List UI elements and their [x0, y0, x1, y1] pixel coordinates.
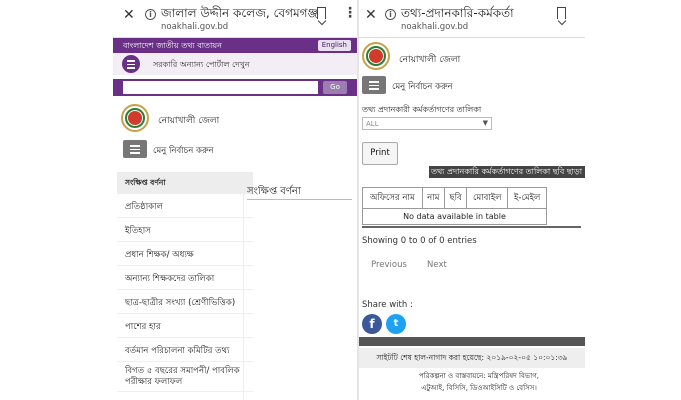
district-header: নোয়াখালী জেলা [359, 40, 585, 74]
credit-line-1: পরিকল্পনা ও বাস্তবায়নে: মন্ত্রিপরিষদ বি… [419, 372, 539, 380]
national-portal-name[interactable]: বাংলাদেশ জাতীয় তথ্য বাতায়ন [123, 40, 222, 53]
search-input[interactable] [123, 81, 318, 94]
empty-table-message: No data available in table [362, 208, 547, 225]
credit-line-2: এটুআই, বিসিসি, ডিওআইসিটি ও বেসিস। [421, 384, 537, 392]
page-url: noakhali.gov.bd [161, 22, 229, 32]
other-portals-row[interactable]: সরকারি অন্যান্য পোর্টাল দেখুন [113, 53, 357, 75]
government-seal-icon[interactable] [121, 104, 149, 132]
entries-info: Showing 0 to 0 of 0 entries [362, 236, 477, 246]
district-header: নোয়াখালী জেলা [113, 100, 357, 136]
chevron-down-icon: ▼ [482, 119, 488, 127]
sidebar-item-pass-rate[interactable]: পাশের হার [117, 314, 253, 338]
footer-credits: পরিকল্পনা ও বাস্তবায়নে: মন্ত্রিপরিষদ বি… [379, 370, 579, 394]
last-updated-text: সাইটটি শেষ হাল-নাগাদ করা হয়েছে: ২০১৯-০২… [359, 348, 585, 368]
district-name[interactable]: নোয়াখালী জেলা [158, 113, 219, 128]
bookmark-icon[interactable] [317, 7, 326, 19]
site-info-icon[interactable]: i [145, 9, 156, 20]
column-header-mobile[interactable]: মোবাইল [466, 187, 509, 209]
sidebar-item-committee[interactable]: বর্তমান পরিচালনা কমিটির তথ্য [117, 338, 253, 362]
officer-table: অফিসের নাম নাম ছবি মোবাইল ই-মেইল No data… [362, 187, 547, 225]
menu-selector-row: মেনু নির্বাচন করুন [113, 140, 357, 160]
sidebar-heading[interactable]: সংক্ষিপ্ত বর্ণনা [117, 172, 253, 194]
officer-list-label: তথ্য প্রদানকারী কর্মকর্তাগণের তালিকা [362, 105, 482, 114]
twitter-icon[interactable]: t [386, 314, 406, 334]
menu-select-label[interactable]: মেনু নির্বাচন করুন [153, 144, 214, 158]
site-info-icon[interactable]: i [385, 9, 396, 20]
close-tab-button[interactable]: ✕ [123, 7, 135, 23]
browser-toolbar: ✕ i জালাল উদ্দীন কলেজ, বেগমগঞ্জ noakhali… [113, 0, 357, 38]
national-portal-bar: বাংলাদেশ জাতীয় তথ্য বাতায়ন English [113, 38, 357, 53]
right-screenshot-panel: ✕ i তথ্য-প্রদানকারি-কর্মকর্তা noakhali.g… [359, 0, 585, 400]
search-go-button[interactable]: Go [323, 81, 347, 94]
column-header-name[interactable]: নাম [421, 187, 445, 209]
sidebar-item-teachers[interactable]: অন্যান্য শিক্ষকদের তালিকা [117, 266, 253, 290]
print-button[interactable]: Print [362, 142, 398, 165]
column-header-photo[interactable]: ছবি [443, 187, 468, 209]
menu-toggle-icon[interactable] [362, 76, 386, 94]
bookmark-icon[interactable] [557, 7, 566, 19]
previous-page-button[interactable]: Previous [371, 260, 407, 270]
scrolling-notice: তথ্য প্রদানকারি কর্মকর্তাগণের তালিকা ছবি… [429, 166, 585, 178]
hamburger-menu-icon[interactable] [122, 55, 140, 73]
close-tab-button[interactable]: ✕ [365, 7, 377, 23]
menu-toggle-icon[interactable] [123, 140, 147, 158]
sidebar-item-student-count[interactable]: ছাত্র-ছাত্রীর সংখ্যা (শ্রেণীভিত্তিক) [117, 290, 253, 314]
overflow-menu-icon[interactable]: ⋮ [343, 6, 357, 20]
column-header-office[interactable]: অফিসের নাম [362, 187, 423, 209]
browser-toolbar: ✕ i তথ্য-প্রদানকারি-কর্মকর্তা noakhali.g… [359, 0, 585, 38]
share-label: Share with : [362, 300, 413, 310]
footer-band [359, 337, 585, 346]
office-filter-select[interactable]: ALL ▼ [362, 117, 492, 130]
next-page-button[interactable]: Next [427, 260, 447, 270]
table-row: No data available in table [362, 208, 547, 225]
sidebar-item-exam-results[interactable]: বিগত ৫ বছরের সমাপনী/ পাবলিক পরীক্ষার ফলা… [117, 362, 253, 392]
sidebar-nav: সংক্ষিপ্ত বর্ণনা প্রতিষ্ঠাকাল ইতিহাস প্র… [117, 172, 253, 392]
content-divider [243, 172, 244, 400]
sidebar-item-established[interactable]: প্রতিষ্ঠাকাল [117, 194, 253, 218]
left-screenshot-panel: ✕ i জালাল উদ্দীন কলেজ, বেগমগঞ্জ noakhali… [113, 0, 357, 400]
column-header-email[interactable]: ই-মেইল [507, 187, 547, 209]
english-language-button[interactable]: English [317, 40, 351, 51]
government-seal-icon[interactable] [362, 42, 390, 70]
page-url: noakhali.gov.bd [401, 22, 469, 32]
menu-selector-row: মেনু নির্বাচন করুন [359, 76, 585, 96]
table-border [362, 226, 581, 228]
menu-select-label[interactable]: মেনু নির্বাচন করুন [392, 80, 453, 94]
other-portals-link[interactable]: সরকারি অন্যান্য পোর্টাল দেখুন [153, 59, 249, 72]
select-value: ALL [366, 120, 379, 128]
title-underline [247, 199, 352, 200]
sidebar-item-principal[interactable]: প্রধান শিক্ষক/ অধ্যক্ষ [117, 242, 253, 266]
sidebar-item-history[interactable]: ইতিহাস [117, 218, 253, 242]
district-name[interactable]: নোয়াখালী জেলা [399, 52, 460, 67]
search-bar: Go [113, 79, 357, 96]
facebook-icon[interactable]: f [362, 314, 382, 334]
